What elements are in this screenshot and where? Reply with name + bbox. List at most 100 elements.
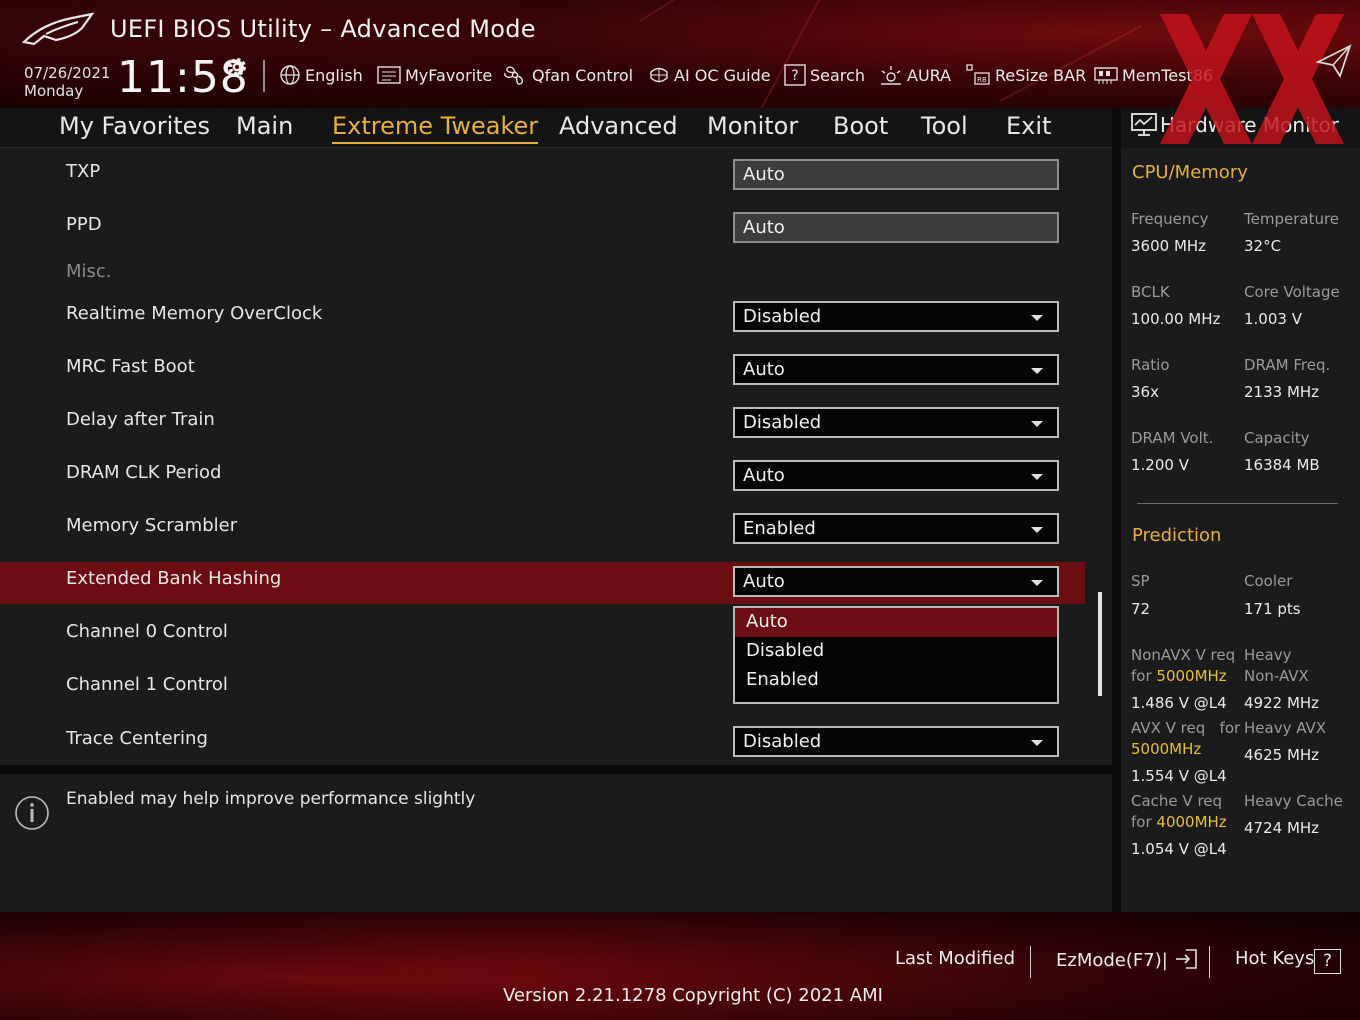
search-help-icon: ? bbox=[784, 64, 806, 86]
setting-label-trace-centering: Trace Centering bbox=[66, 728, 208, 749]
ai-chip-icon bbox=[650, 67, 668, 83]
last-modified-button[interactable]: Last Modified bbox=[895, 948, 1015, 969]
extended-bank-hashing-dropdown: Auto Disabled Enabled bbox=[733, 606, 1059, 704]
day-text: Monday bbox=[24, 82, 84, 100]
avx-vreq-title: AVX V req for bbox=[1131, 719, 1241, 737]
section-misc: Misc. bbox=[66, 261, 112, 282]
tab-monitor[interactable]: Monitor bbox=[707, 112, 798, 140]
tab-exit[interactable]: Exit bbox=[1006, 112, 1051, 140]
memtest-icon bbox=[1094, 67, 1118, 84]
cooler-label: Cooler bbox=[1244, 572, 1293, 590]
trace-centering-select[interactable]: Disabled bbox=[733, 726, 1059, 757]
toolbar-myfavorite[interactable]: MyFavorite bbox=[377, 62, 492, 88]
nonavx-vreq-label: NonAVX V req for 5000MHz bbox=[1131, 645, 1235, 687]
dram-freq-value: 2133 MHz bbox=[1244, 383, 1320, 401]
monitor-icon bbox=[1131, 113, 1157, 136]
core-voltage-value: 1.003 V bbox=[1244, 310, 1302, 328]
dropdown-option-enabled[interactable]: Enabled bbox=[735, 666, 1057, 695]
temperature-label: Temperature bbox=[1244, 210, 1340, 228]
toolbar-search[interactable]: ? Search bbox=[784, 62, 865, 88]
frequency-label: Frequency bbox=[1131, 210, 1209, 228]
xx-watermark-logo bbox=[1160, 14, 1344, 144]
toolbar-aura-label: AURA bbox=[907, 65, 952, 85]
heavy-nonavx-value: 4922 MHz bbox=[1244, 694, 1320, 712]
chevron-down-icon bbox=[1031, 527, 1043, 533]
version-text: Version 2.21.1278 Copyright (C) 2021 AMI bbox=[503, 985, 883, 1006]
bclk-label: BCLK bbox=[1131, 283, 1170, 301]
hot-keys-help-icon[interactable]: ? bbox=[1314, 949, 1341, 974]
cache-vreq-title: Cache V req bbox=[1131, 792, 1223, 810]
toolbar-aura[interactable]: AURA bbox=[879, 62, 951, 88]
chevron-down-icon bbox=[1031, 421, 1043, 427]
favorite-icon bbox=[377, 66, 401, 84]
toolbar-ai-oc-guide-label: AI OC Guide bbox=[674, 65, 771, 85]
setting-label-mrc-fast-boot: MRC Fast Boot bbox=[66, 356, 195, 377]
extended-bank-hashing-select[interactable]: Auto bbox=[733, 566, 1059, 597]
setting-label-extended-bank-hashing: Extended Bank Hashing bbox=[66, 568, 282, 589]
txp-input[interactable]: Auto bbox=[733, 159, 1059, 190]
cache-vreq-for: for 4000MHz bbox=[1131, 813, 1227, 831]
heavy-avx-label: Heavy AVX bbox=[1244, 719, 1327, 737]
core-voltage-label: Core Voltage bbox=[1244, 283, 1340, 301]
help-description: Enabled may help improve performance sli… bbox=[66, 789, 476, 809]
resize-bar-icon: RB bbox=[966, 64, 990, 85]
svg-text:RB: RB bbox=[977, 76, 987, 84]
toolbar-resize-bar[interactable]: RB ReSize BAR bbox=[965, 62, 1086, 88]
chevron-down-icon bbox=[1031, 580, 1043, 586]
tab-main[interactable]: Main bbox=[236, 112, 293, 140]
ppd-input[interactable]: Auto bbox=[733, 212, 1059, 243]
hw-monitor-divider bbox=[1137, 503, 1338, 504]
gear-icon[interactable] bbox=[225, 55, 249, 79]
heavy-cache-value: 4724 MHz bbox=[1244, 819, 1320, 837]
toolbar-english[interactable]: English bbox=[279, 62, 363, 88]
mrc-fast-boot-select[interactable]: Auto bbox=[733, 354, 1059, 385]
dram-clk-period-select[interactable]: Auto bbox=[733, 460, 1059, 491]
realtime-memory-overclock-value: Disabled bbox=[743, 306, 822, 327]
hot-keys-button[interactable]: Hot Keys bbox=[1235, 948, 1314, 969]
avx-vreq-label: AVX V req for 5000MHz bbox=[1131, 718, 1240, 760]
dropdown-option-auto[interactable]: Auto bbox=[735, 608, 1057, 637]
dram-volt-label: DRAM Volt. bbox=[1131, 429, 1214, 447]
bclk-value: 100.00 MHz bbox=[1131, 310, 1221, 328]
heavy-avx-value: 4625 MHz bbox=[1244, 746, 1320, 764]
heavy-cache-label: Heavy Cache bbox=[1244, 792, 1343, 810]
cache-vreq-label: Cache V req for 4000MHz bbox=[1131, 791, 1227, 833]
paper-plane-icon[interactable] bbox=[1316, 44, 1352, 78]
app-title: UEFI BIOS Utility – Advanced Mode bbox=[110, 15, 536, 43]
cache-vreq-freq: 4000MHz bbox=[1156, 813, 1227, 831]
settings-scrollbar[interactable] bbox=[1098, 592, 1102, 696]
delay-after-train-value: Disabled bbox=[743, 412, 822, 433]
delay-after-train-select[interactable]: Disabled bbox=[733, 407, 1059, 438]
aura-icon bbox=[881, 66, 901, 85]
trace-centering-value: Disabled bbox=[743, 731, 822, 752]
tab-tool[interactable]: Tool bbox=[921, 112, 968, 140]
ezmode-button[interactable]: EzMode(F7)| bbox=[1056, 948, 1198, 971]
svg-text:?: ? bbox=[791, 68, 798, 84]
chevron-down-icon bbox=[1031, 315, 1043, 321]
footer-divider bbox=[1209, 946, 1210, 978]
capacity-label: Capacity bbox=[1244, 429, 1310, 447]
heavy-nonavx-label: Heavy Non-AVX bbox=[1244, 646, 1309, 685]
tab-advanced[interactable]: Advanced bbox=[559, 112, 678, 140]
cpu-memory-heading: CPU/Memory bbox=[1132, 162, 1248, 183]
setting-label-realtime-memory-overclock: Realtime Memory OverClock bbox=[66, 303, 323, 324]
setting-label-channel-1-control: Channel 1 Control bbox=[66, 674, 228, 695]
chevron-down-icon bbox=[1031, 740, 1043, 746]
nonavx-vreq-for: for 5000MHz bbox=[1131, 667, 1227, 685]
footer-divider bbox=[1030, 946, 1031, 978]
dropdown-option-disabled[interactable]: Disabled bbox=[735, 637, 1057, 666]
nonavx-vreq-value: 1.486 V @L4 bbox=[1131, 694, 1227, 712]
nonavx-vreq-freq: 5000MHz bbox=[1156, 667, 1227, 685]
ratio-label: Ratio bbox=[1131, 356, 1170, 374]
realtime-memory-overclock-select[interactable]: Disabled bbox=[733, 301, 1059, 332]
memory-scrambler-select[interactable]: Enabled bbox=[733, 513, 1059, 544]
cooler-value: 171 pts bbox=[1244, 600, 1301, 618]
tab-boot[interactable]: Boot bbox=[833, 112, 888, 140]
tab-extreme-tweaker[interactable]: Extreme Tweaker bbox=[332, 112, 539, 144]
tab-my-favorites[interactable]: My Favorites bbox=[59, 112, 210, 140]
chevron-down-icon bbox=[1031, 368, 1043, 374]
sp-value: 72 bbox=[1131, 600, 1151, 618]
toolbar-ai-oc-guide[interactable]: AI OC Guide bbox=[648, 62, 771, 88]
exit-arrow-icon bbox=[1175, 949, 1197, 969]
toolbar-qfan[interactable]: Qfan Control bbox=[502, 62, 633, 88]
